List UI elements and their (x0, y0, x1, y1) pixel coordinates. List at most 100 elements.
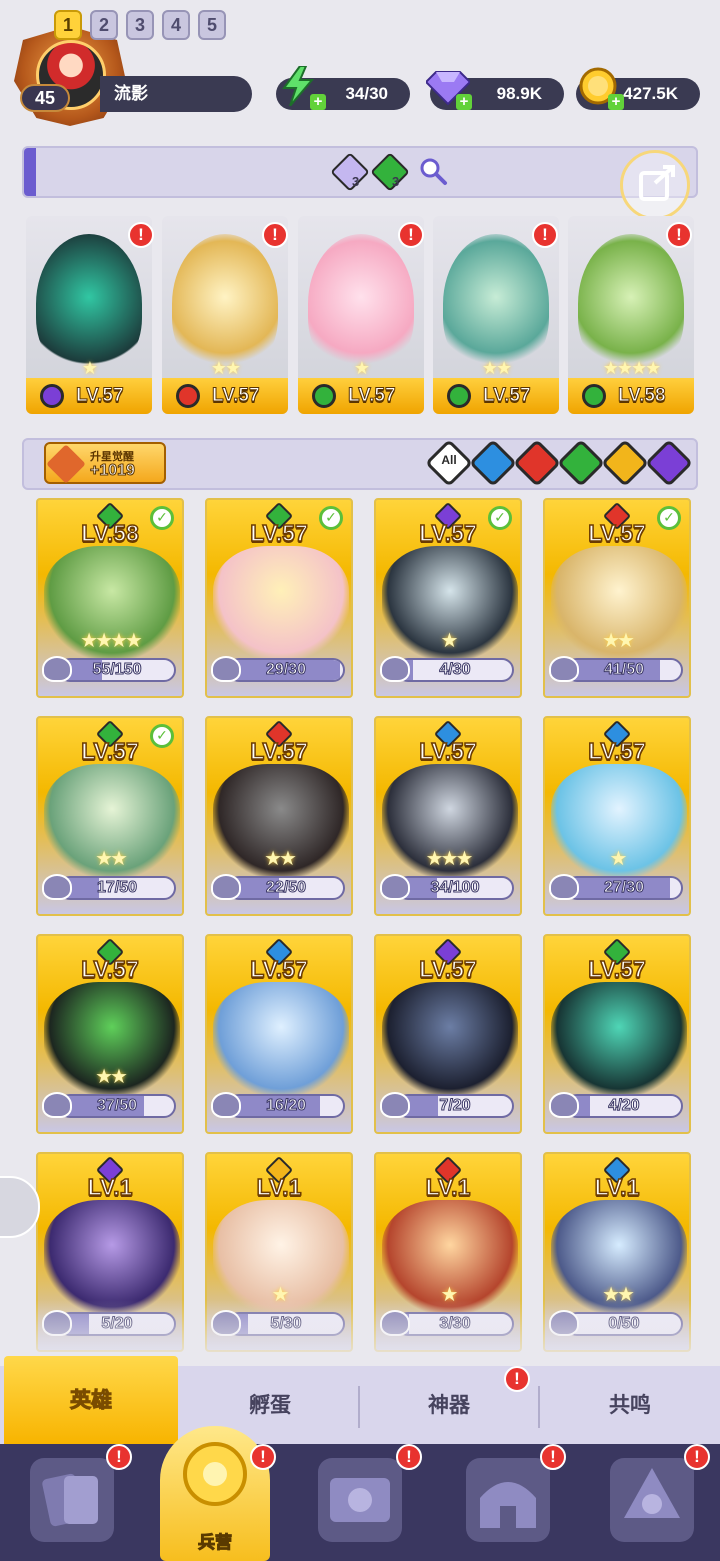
hero-level: LV.57 (587, 955, 646, 983)
hero-stars: ★★★★ (80, 628, 143, 652)
nav-shop-alert: ! (540, 1444, 566, 1470)
check-icon: ✓ (657, 506, 681, 530)
shard-progress-text: 22/50 (265, 879, 307, 897)
hero-shard-icon (42, 656, 72, 682)
nav-barracks-label: 兵营 (198, 1533, 233, 1554)
shard-progress-bar: 4/30 (396, 658, 514, 682)
shard-progress-bar: 4/20 (565, 1094, 683, 1118)
hero-portrait (44, 1200, 180, 1312)
diamond-icon: + (424, 66, 472, 110)
green-gem-count: 3 (392, 174, 400, 189)
hero-level: LV.57 (80, 955, 139, 983)
hero-card[interactable]: LV.58 ✓ ★★★★ 55/150 (36, 498, 184, 698)
shard-progress-text: 17/50 (96, 879, 138, 897)
player-name: 流影 (100, 76, 252, 112)
team-slot-3-alert: ! (398, 222, 424, 248)
hero-level: LV.1 (87, 1173, 133, 1201)
shard-progress-bar: 37/50 (58, 1094, 176, 1118)
tab-artifact-alert: ! (504, 1366, 530, 1392)
nav-map-alert: ! (396, 1444, 422, 1470)
nav-summon-icon[interactable] (610, 1458, 694, 1542)
team-tab-4[interactable]: 4 (162, 10, 190, 40)
hero-stars: ★★ (95, 846, 128, 870)
shard-progress-text: 16/20 (265, 1097, 307, 1115)
shard-progress-bar: 55/150 (58, 658, 176, 682)
hero-card[interactable]: LV.57 ✓ ★★ 41/50 (543, 498, 691, 698)
hero-shard-icon (380, 656, 410, 682)
floating-helper-avatar[interactable] (0, 1176, 40, 1238)
nav-cards-alert: ! (106, 1444, 132, 1470)
shard-progress-bar: 41/50 (565, 658, 683, 682)
shard-progress-bar: 34/100 (396, 876, 514, 900)
gems-value: 98.9K (496, 84, 542, 103)
hero-card[interactable]: LV.57 4/20 (543, 934, 691, 1134)
shard-progress-text: 37/50 (96, 1097, 138, 1115)
tab-heroes[interactable]: 英雄 (4, 1356, 178, 1444)
list-fade (0, 1300, 720, 1360)
hero-stars: ★★ (602, 628, 635, 652)
hero-level: LV.57 (249, 955, 308, 983)
hero-level: LV.1 (425, 1173, 471, 1201)
hero-level: LV.57 (418, 955, 477, 983)
energy-add-icon[interactable]: + (310, 94, 326, 110)
energy-icon: + (280, 65, 326, 110)
hero-shard-icon (549, 656, 579, 682)
hero-portrait (213, 982, 349, 1094)
hero-stars: ★★ (264, 846, 297, 870)
hero-card[interactable]: LV.57 ★★ 22/50 (205, 716, 353, 916)
nav-shop-icon[interactable] (466, 1458, 550, 1542)
check-icon: ✓ (150, 506, 174, 530)
team-slot-5-alert: ! (666, 222, 692, 248)
player-level-badge: 45 (20, 84, 70, 112)
team-tab-1[interactable]: 1 (54, 10, 82, 40)
hero-shard-icon (211, 1092, 241, 1118)
star-awaken-button[interactable]: 升星觉醒 +1019 (44, 442, 166, 484)
nav-cards-icon[interactable] (30, 1458, 114, 1542)
shard-progress-text: 7/20 (439, 1097, 471, 1115)
team-tab-2[interactable]: 2 (90, 10, 118, 40)
gold-coin-icon: + (578, 66, 624, 110)
sword-icon (46, 444, 86, 484)
hero-shard-icon (549, 874, 579, 900)
hero-shard-icon (380, 874, 410, 900)
shard-progress-bar: 22/50 (227, 876, 345, 900)
shard-progress-bar: 16/20 (227, 1094, 345, 1118)
hero-portrait (382, 982, 518, 1094)
team-slot-4-alert: ! (532, 222, 558, 248)
gold-add-icon[interactable]: + (608, 94, 624, 110)
nav-map-icon[interactable] (318, 1458, 402, 1542)
hero-card[interactable]: LV.57 ★★ 37/50 (36, 934, 184, 1134)
shard-progress-text: 27/30 (603, 879, 645, 897)
shard-progress-text: 4/20 (608, 1097, 640, 1115)
hero-level: LV.1 (256, 1173, 302, 1201)
filter-all-label: All (441, 453, 457, 467)
team-tab-3[interactable]: 3 (126, 10, 154, 40)
nav-summon-alert: ! (684, 1444, 710, 1470)
hero-card[interactable]: LV.57 16/20 (205, 934, 353, 1134)
hero-card[interactable]: LV.57 ★ 27/30 (543, 716, 691, 916)
hero-level: LV.57 (418, 737, 477, 765)
hero-card[interactable]: LV.57 ★★★ 34/100 (374, 716, 522, 916)
shard-progress-text: 55/150 (92, 661, 142, 679)
gems-add-icon[interactable]: + (456, 94, 472, 110)
hero-shard-icon (380, 1092, 410, 1118)
tab-resonance[interactable]: 共鸣 (540, 1366, 720, 1444)
share-button[interactable] (620, 150, 690, 220)
shard-progress-text: 41/50 (603, 661, 645, 679)
shard-progress-bar: 7/20 (396, 1094, 514, 1118)
hero-card[interactable]: LV.57 7/20 (374, 934, 522, 1134)
magnify-icon[interactable] (418, 156, 448, 186)
hero-shard-icon (42, 1092, 72, 1118)
team-tab-5[interactable]: 5 (198, 10, 226, 40)
hero-shard-icon (211, 874, 241, 900)
shard-progress-bar: 29/30 (227, 658, 345, 682)
hero-card[interactable]: LV.57 ✓ 29/30 (205, 498, 353, 698)
team-slot-1-alert: ! (128, 222, 154, 248)
hero-level: LV.1 (594, 1173, 640, 1201)
shard-progress-bar: 27/30 (565, 876, 683, 900)
energy-value: 34/30 (345, 84, 388, 103)
shard-progress-bar: 17/50 (58, 876, 176, 900)
hero-card[interactable]: LV.57 ✓ ★★ 17/50 (36, 716, 184, 916)
hero-card[interactable]: LV.57 ✓ ★ 4/30 (374, 498, 522, 698)
hero-stars: ★ (440, 628, 459, 652)
